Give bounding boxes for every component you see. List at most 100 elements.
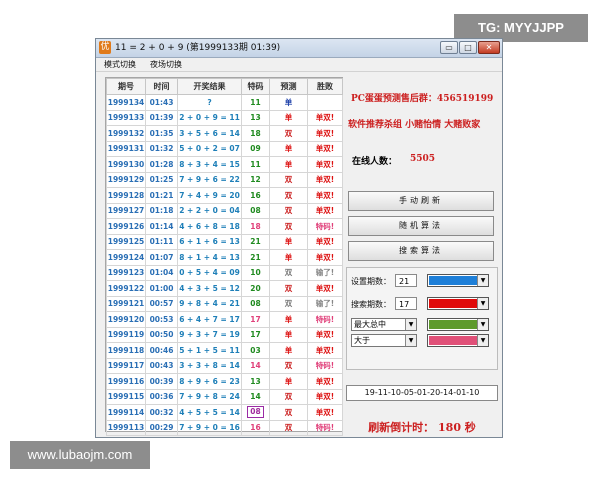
time-cell: 01:11 (145, 233, 178, 250)
table-row[interactable]: 1999120 00:53 6 + 4 + 7 = 17 17 单特码! (106, 311, 343, 328)
header-result[interactable]: 开奖结果 (177, 78, 242, 95)
special-cell: 17 (241, 311, 270, 328)
table-row[interactable]: 1999118 00:46 5 + 1 + 5 = 11 03 单单双! (106, 342, 343, 359)
result-cell: 4 + 3 + 5 = 12 (177, 280, 242, 297)
time-cell: 00:39 (145, 373, 178, 390)
special-cell: 20 (241, 280, 270, 297)
special-cell: 10 (241, 264, 270, 281)
close-button[interactable]: ✕ (478, 41, 500, 54)
special-cell: 18 (241, 125, 270, 142)
table-row[interactable]: 1999119 00:50 9 + 3 + 7 = 19 17 单单双! (106, 326, 343, 343)
result-cell: 2 + 0 + 9 = 11 (177, 109, 242, 126)
special-cell: 16 (241, 419, 270, 436)
prediction-cell: 单 (269, 373, 308, 390)
special-cell: 14 (241, 357, 270, 374)
issue-cell: 1999124 (106, 249, 146, 266)
header-prediction[interactable]: 预测 (269, 78, 308, 95)
time-cell: 00:57 (145, 295, 178, 312)
table-row[interactable]: 1999133 01:39 2 + 0 + 9 = 11 13 单单双! (106, 109, 343, 126)
online-count: 5505 (410, 154, 436, 164)
mode-dropdown[interactable]: 最大总中 ▼ (351, 318, 417, 331)
table-row[interactable]: 1999127 01:18 2 + 2 + 0 = 04 08 双单双! (106, 202, 343, 219)
table-row[interactable]: 1999129 01:25 7 + 9 + 6 = 22 12 双单双! (106, 171, 343, 188)
header-special[interactable]: 特码 (241, 78, 270, 95)
compare-dropdown[interactable]: 大于 ▼ (351, 334, 417, 347)
issue-cell: 1999122 (106, 280, 146, 297)
table-row[interactable]: 1999123 01:04 0 + 5 + 4 = 09 10 双输了! (106, 264, 343, 281)
table-row[interactable]: 1999126 01:14 4 + 6 + 8 = 18 18 双特码! (106, 218, 343, 235)
result-cell: 5 + 0 + 2 = 07 (177, 140, 242, 157)
outcome-cell: 单双! (307, 109, 343, 126)
menu-night-switch[interactable]: 夜场切换 (150, 58, 182, 71)
color-select-1[interactable]: ▼ (427, 274, 489, 287)
prediction-cell: 单 (269, 326, 308, 343)
color-select-4[interactable]: ▼ (427, 334, 489, 347)
table-row[interactable]: 1999114 00:32 4 + 5 + 5 = 14 08 双单双! (106, 404, 343, 421)
table-row[interactable]: 1999125 01:11 6 + 1 + 6 = 13 21 单单双! (106, 233, 343, 250)
table-row[interactable]: 1999124 01:07 8 + 1 + 4 = 13 21 单单双! (106, 249, 343, 266)
minimize-button[interactable]: ▭ (440, 41, 458, 54)
periods-input[interactable]: 21 (395, 274, 417, 287)
time-cell: 01:21 (145, 187, 178, 204)
special-cell: 12 (241, 171, 270, 188)
result-cell: 9 + 8 + 4 = 21 (177, 295, 242, 312)
outcome-cell: 单双! (307, 125, 343, 142)
menu-mode-switch[interactable]: 模式切换 (104, 58, 136, 71)
color-swatch-4 (429, 336, 478, 345)
issue-cell: 1999125 (106, 233, 146, 250)
compare-dropdown-value: 大于 (354, 336, 370, 345)
time-cell: 01:07 (145, 249, 178, 266)
title-bar[interactable]: 优 11 = 2 + 0 + 9 (第1999133期 01:39) ▭ □ ✕ (96, 39, 502, 58)
issue-cell: 1999115 (106, 388, 146, 405)
result-cell: 6 + 4 + 7 = 17 (177, 311, 242, 328)
result-cell: 2 + 2 + 0 = 04 (177, 202, 242, 219)
issue-cell: 1999120 (106, 311, 146, 328)
prediction-cell: 单 (269, 249, 308, 266)
search-periods-input[interactable]: 17 (395, 297, 417, 310)
color-select-3[interactable]: ▼ (427, 318, 489, 331)
table-row[interactable]: 1999132 01:35 3 + 5 + 6 = 14 18 双单双! (106, 125, 343, 142)
outcome-cell: 单双! (307, 249, 343, 266)
prediction-cell: 双 (269, 388, 308, 405)
outcome-cell: 单双! (307, 388, 343, 405)
outcome-cell: 单双! (307, 171, 343, 188)
table-row[interactable]: 1999131 01:32 5 + 0 + 2 = 07 09 单单双! (106, 140, 343, 157)
table-row[interactable]: 1999115 00:36 7 + 9 + 8 = 24 14 双单双! (106, 388, 343, 405)
chevron-down-icon: ▼ (405, 319, 416, 330)
manual-refresh-button[interactable]: 手动刷新 (348, 191, 494, 211)
prediction-cell: 双 (269, 202, 308, 219)
periods-label: 设置期数： (351, 277, 391, 286)
result-cell: 8 + 1 + 4 = 13 (177, 249, 242, 266)
table-row[interactable]: 1999113 00:29 7 + 9 + 0 = 16 16 双特码! (106, 419, 343, 436)
app-window: 优 11 = 2 + 0 + 9 (第1999133期 01:39) ▭ □ ✕… (95, 38, 503, 438)
maximize-button[interactable]: □ (459, 41, 477, 54)
table-row[interactable]: 1999116 00:39 8 + 9 + 6 = 23 13 单单双! (106, 373, 343, 390)
table-row[interactable]: 1999130 01:28 8 + 3 + 4 = 15 11 单单双! (106, 156, 343, 173)
table-row[interactable]: 1999128 01:21 7 + 4 + 9 = 20 16 双单双! (106, 187, 343, 204)
time-cell: 01:14 (145, 218, 178, 235)
time-cell: 01:35 (145, 125, 178, 142)
issue-cell: 1999113 (106, 419, 146, 436)
watermark-bottom: www.lubaojm.com (10, 441, 150, 469)
issue-cell: 1999133 (106, 109, 146, 126)
time-cell: 01:28 (145, 156, 178, 173)
issue-cell: 1999121 (106, 295, 146, 312)
prediction-cell: 双 (269, 125, 308, 142)
header-time[interactable]: 时间 (145, 78, 178, 95)
prediction-cell: 单 (269, 140, 308, 157)
color-select-2[interactable]: ▼ (427, 297, 489, 310)
time-cell: 00:50 (145, 326, 178, 343)
outcome-cell: 输了! (307, 295, 343, 312)
prediction-cell: 双 (269, 357, 308, 374)
table-row[interactable]: 1999121 00:57 9 + 8 + 4 = 21 08 双输了! (106, 295, 343, 312)
random-algorithm-button[interactable]: 随机算法 (348, 216, 494, 236)
issue-cell: 1999126 (106, 218, 146, 235)
special-cell: 18 (241, 218, 270, 235)
table-row[interactable]: 1999122 01:00 4 + 3 + 5 = 12 20 双单双! (106, 280, 343, 297)
header-issue[interactable]: 期号 (106, 78, 146, 95)
table-row[interactable]: 1999134 01:43? 11 单 (106, 94, 343, 111)
header-outcome[interactable]: 胜败 (307, 78, 343, 95)
prediction-cell: 双 (269, 264, 308, 281)
table-row[interactable]: 1999117 00:43 3 + 3 + 8 = 14 14 双特码! (106, 357, 343, 374)
search-algorithm-button[interactable]: 搜索算法 (348, 241, 494, 261)
